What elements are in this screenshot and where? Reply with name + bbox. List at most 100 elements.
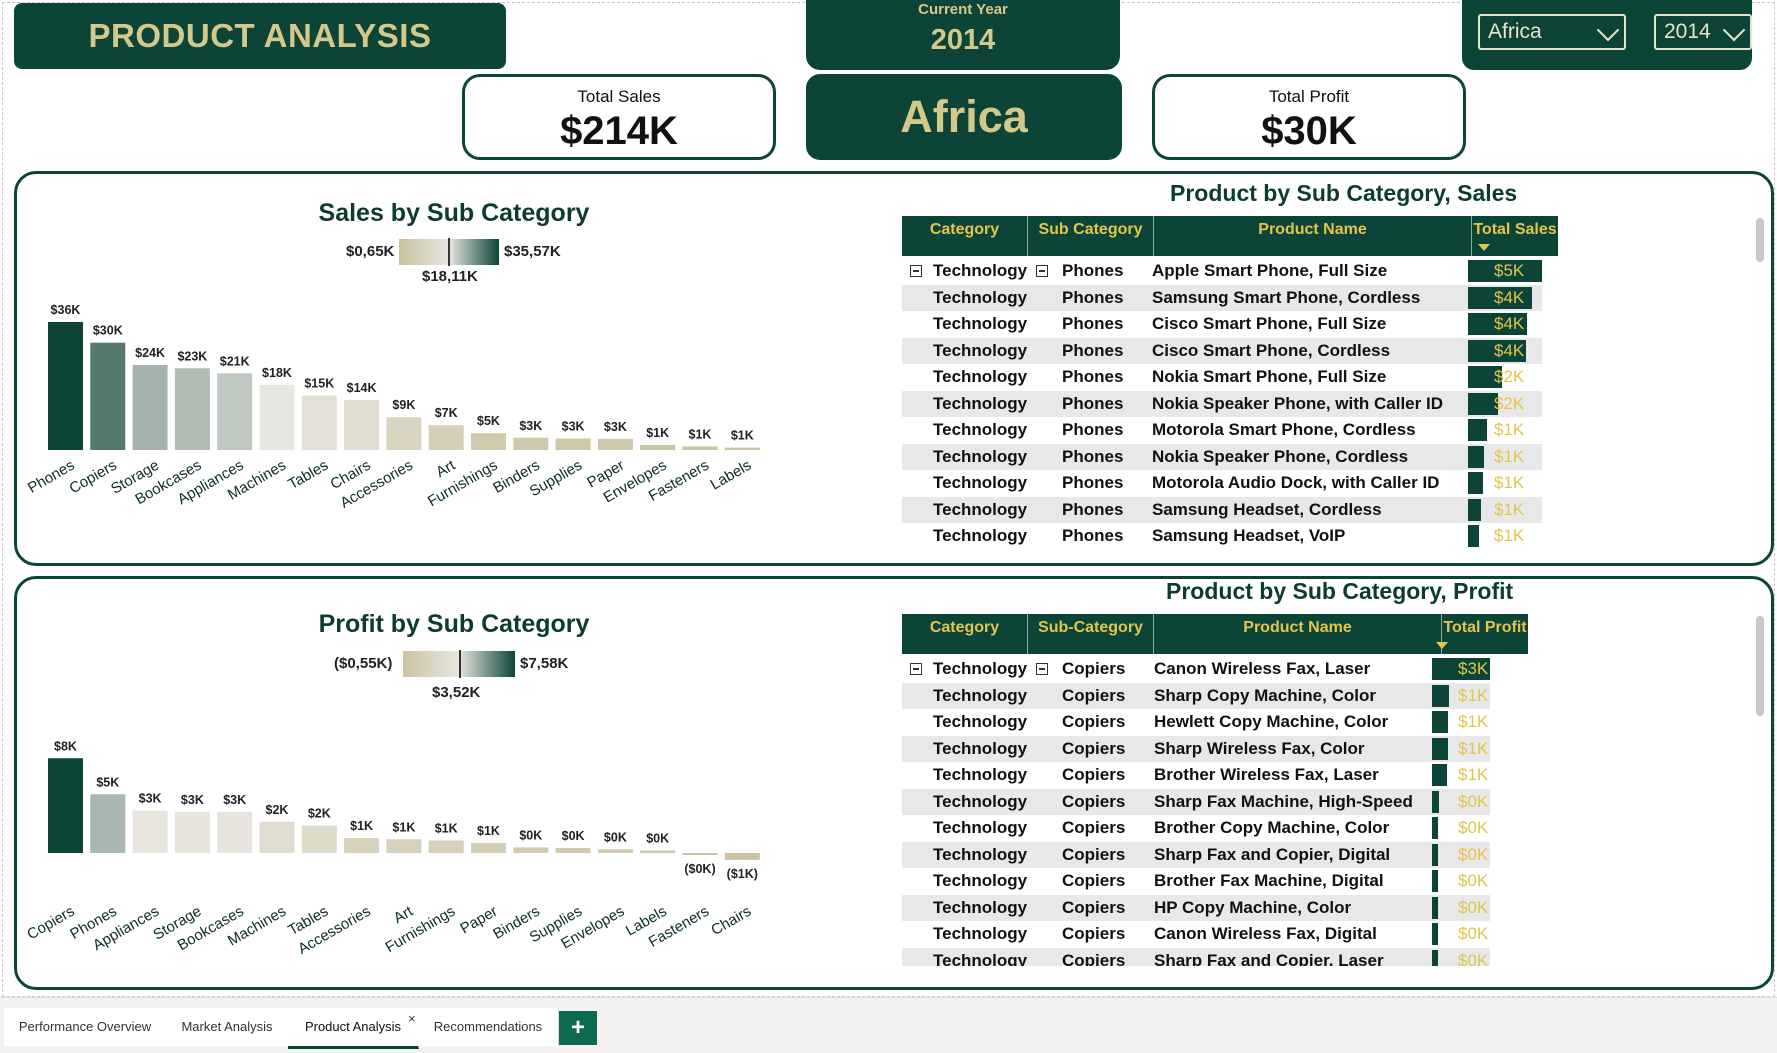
sales-color-legend: $0,65K $35,57K $18,11K	[330, 238, 580, 288]
close-tab-icon[interactable]: ×	[408, 1011, 416, 1026]
bar-machines[interactable]	[259, 384, 295, 450]
collapse-icon[interactable]	[1036, 265, 1048, 277]
profit-table-scrollbar[interactable]	[1756, 616, 1764, 716]
bar-labels[interactable]	[640, 850, 676, 854]
table-row[interactable]: Technology Phones Nokia Speaker Phone, wit…	[902, 390, 1542, 417]
bar-furnishings[interactable]	[428, 840, 464, 854]
sales-table-scrollbar[interactable]	[1756, 218, 1764, 262]
data-label-storage: $24K	[135, 346, 165, 360]
bar-binders[interactable]	[513, 847, 549, 853]
bar-chairs[interactable]	[344, 399, 380, 450]
tab-market-analysis[interactable]: Market Analysis	[166, 1008, 289, 1046]
col-sub-category[interactable]: Sub-Category	[1028, 614, 1154, 654]
col-sub-category[interactable]: Sub Category	[1028, 216, 1154, 256]
bar-envelopes[interactable]	[597, 849, 633, 853]
bar-labels[interactable]	[724, 447, 760, 450]
data-label-phones: $5K	[96, 775, 119, 789]
bar-furnishings[interactable]	[471, 433, 506, 450]
current-year-value: 2014	[930, 24, 996, 56]
col-product-name[interactable]: Product Name	[1154, 216, 1472, 256]
col-total-profit[interactable]: Total Profit	[1442, 614, 1528, 654]
col-category[interactable]: Category	[902, 216, 1028, 256]
table-row[interactable]: Technology Phones Cisco Smart Phone, Cordl…	[902, 337, 1542, 364]
add-page-button[interactable]: +	[559, 1011, 597, 1045]
bar-supplies[interactable]	[555, 438, 591, 450]
table-row[interactable]: Technology Phones Nokia Smart Phone, Full …	[902, 364, 1542, 390]
bar-supplies[interactable]	[555, 848, 591, 853]
bar-fasteners[interactable]	[682, 446, 718, 450]
bar-bookcases[interactable]	[174, 368, 210, 450]
value-bar	[1468, 525, 1480, 547]
cell-product-name: Samsung Headset, Cordless	[1152, 499, 1382, 519]
bar-paper[interactable]	[597, 438, 633, 450]
bar-art[interactable]	[386, 839, 422, 853]
bar-binders[interactable]	[513, 437, 549, 450]
bar-phones[interactable]	[48, 321, 83, 450]
table-row[interactable]: Technology Phones Samsung Headset, VoIP $1K	[902, 523, 1542, 549]
cell-category: Technology	[933, 685, 1028, 705]
col-category[interactable]: Category	[902, 614, 1028, 654]
bar-tables[interactable]	[301, 825, 337, 854]
bar-copiers[interactable]	[48, 758, 83, 853]
table-row[interactable]: Technology Copiers Brother Fax Machine, Di…	[902, 868, 1490, 894]
cell-value: $5K	[1494, 261, 1525, 280]
year-slicer[interactable]: 2014	[1654, 14, 1752, 50]
bar-copiers[interactable]	[90, 342, 126, 450]
bar-bookcases[interactable]	[217, 811, 253, 853]
category-label-chairs: Chairs	[708, 903, 754, 939]
bar-chairs[interactable]	[724, 853, 760, 860]
total-sales-label: Total Sales	[577, 87, 661, 106]
table-row[interactable]: Technology Copiers Sharp Fax Machine, High…	[902, 788, 1490, 815]
bar-storage[interactable]	[132, 365, 168, 450]
cell-category: Technology	[933, 791, 1028, 811]
cell-product-name: Cisco Smart Phone, Cordless	[1152, 340, 1391, 360]
tab-product-analysis[interactable]: Product Analysis	[288, 1008, 419, 1049]
table-row[interactable]: Technology Copiers Canon Wireless Fax, Dig…	[902, 921, 1490, 947]
collapse-icon[interactable]	[910, 265, 922, 277]
data-label-tables: $15K	[304, 377, 334, 391]
bar-storage[interactable]	[174, 811, 210, 853]
cell-sub-category: Phones	[1062, 446, 1124, 466]
bar-fasteners[interactable]	[682, 853, 718, 855]
table-row[interactable]: Technology Phones Motorola Smart Phone, Co…	[902, 417, 1542, 443]
tab-performance-overview[interactable]: Performance Overview	[4, 1008, 167, 1046]
table-row[interactable]: Technology Phones Motorola Audio Dock, wit…	[902, 470, 1542, 496]
cell-category: Technology	[933, 526, 1028, 545]
bar-phones[interactable]	[90, 794, 126, 853]
cell-sub-category: Copiers	[1062, 791, 1126, 811]
collapse-icon[interactable]	[1036, 663, 1048, 675]
table-row[interactable]: Technology Phones Apple Smart Phone, Full …	[902, 258, 1542, 284]
table-row[interactable]: Technology Copiers Sharp Fax and Copier, D…	[902, 841, 1490, 868]
cell-product-name: Canon Wireless Fax, Digital	[1154, 924, 1377, 943]
bar-appliances[interactable]	[132, 810, 168, 854]
data-label-chairs: $14K	[347, 381, 377, 395]
table-row[interactable]: Technology Phones Samsung Headset, Cordles…	[902, 496, 1542, 523]
table-row[interactable]: Technology Copiers Brother Copy Machine, C…	[902, 815, 1490, 841]
col-product-name[interactable]: Product Name	[1154, 614, 1442, 654]
table-row[interactable]: Technology Copiers Brother Wireless Fax, L…	[902, 762, 1490, 788]
table-row[interactable]: Technology Copiers Sharp Copy Machine, Col…	[902, 682, 1490, 709]
value-bar	[1432, 790, 1439, 813]
table-row[interactable]: Technology Copiers HP Copy Machine, Color $…	[902, 894, 1490, 921]
bar-accessories[interactable]	[344, 838, 380, 853]
table-row[interactable]: Technology Phones Cisco Smart Phone, Full …	[902, 311, 1542, 337]
bar-envelopes[interactable]	[640, 444, 676, 450]
cell-product-name: Nokia Speaker Phone, with Caller ID	[1152, 393, 1443, 413]
bar-accessories[interactable]	[386, 417, 422, 450]
table-row[interactable]: Technology Copiers Canon Wireless Fax, Las…	[902, 656, 1490, 682]
bar-tables[interactable]	[301, 395, 337, 450]
bar-appliances[interactable]	[217, 373, 253, 450]
table-row[interactable]: Technology Copiers Sharp Wireless Fax, Col…	[902, 735, 1490, 762]
tab-recommendations[interactable]: Recommendations	[418, 1008, 559, 1046]
bar-machines[interactable]	[259, 821, 295, 853]
bar-paper[interactable]	[471, 843, 506, 853]
table-row[interactable]: Technology Copiers Hewlett Copy Machine, C…	[902, 709, 1490, 735]
cell-category: Technology	[933, 393, 1028, 413]
table-row[interactable]: Technology Phones Samsung Smart Phone, Cor…	[902, 284, 1542, 311]
table-row[interactable]: Technology Copiers Sharp Fax and Copier, L…	[902, 947, 1490, 966]
data-label-fasteners: ($0K)	[684, 862, 715, 876]
bar-art[interactable]	[428, 425, 464, 450]
region-slicer[interactable]: Africa	[1478, 14, 1626, 50]
table-row[interactable]: Technology Phones Nokia Speaker Phone, Cor…	[902, 443, 1542, 470]
collapse-icon[interactable]	[910, 663, 922, 675]
